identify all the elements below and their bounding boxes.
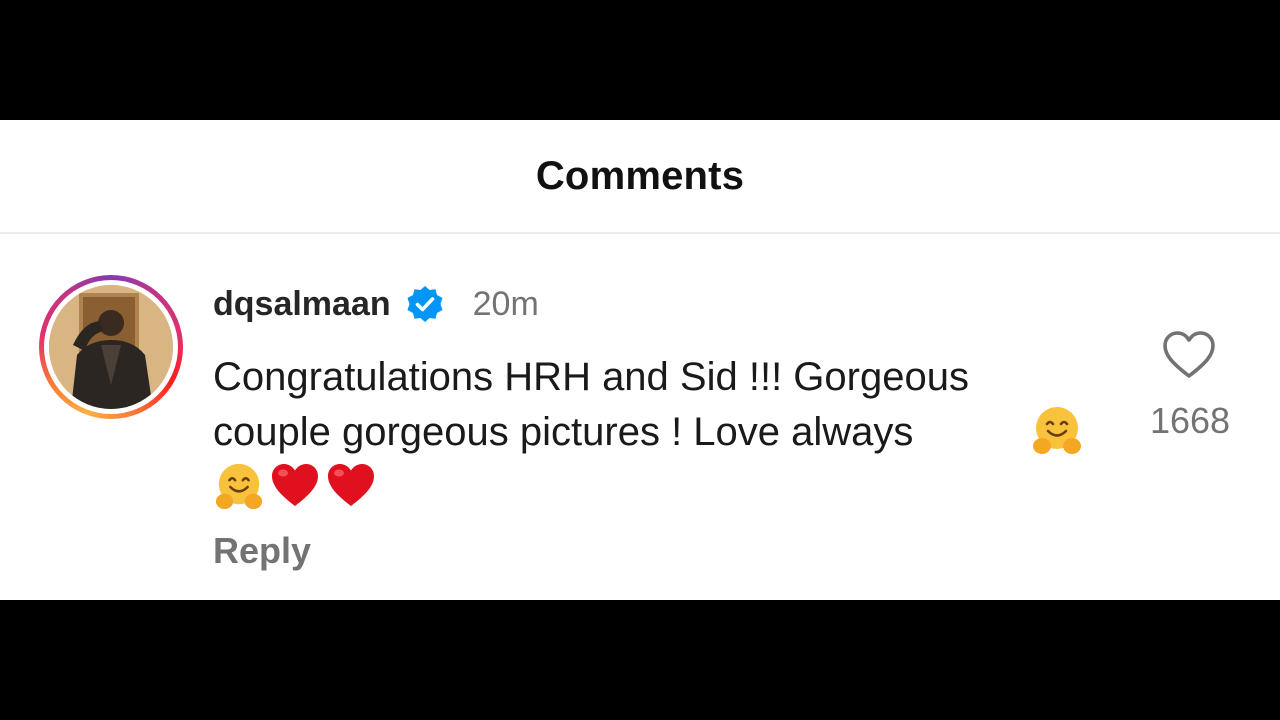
red-heart-icon xyxy=(325,460,377,512)
hugging-face-icon xyxy=(213,460,265,512)
comments-panel: Comments dqsalmaan 20m Congratulations H… xyxy=(0,120,1280,600)
comment-text: Congratulations HRH and Sid !!! Gorgeous… xyxy=(213,355,969,454)
comment-header-row: dqsalmaan 20m xyxy=(213,282,539,326)
username-link[interactable]: dqsalmaan xyxy=(213,285,391,324)
reply-button[interactable]: Reply xyxy=(213,530,311,572)
avatar-story-ring[interactable] xyxy=(39,275,183,419)
hugging-face-icon xyxy=(1030,403,1084,457)
avatar-photo xyxy=(49,285,173,409)
comment-timestamp: 20m xyxy=(472,284,539,323)
heart-outline-icon[interactable] xyxy=(1160,328,1218,382)
verified-badge-icon xyxy=(405,284,445,324)
red-heart-icon xyxy=(269,460,321,512)
comment-emoji-row xyxy=(213,460,381,512)
like-count: 1668 xyxy=(1149,400,1231,441)
avatar[interactable] xyxy=(49,285,173,409)
letterbox-top xyxy=(0,0,1280,120)
letterbox-bottom xyxy=(0,600,1280,720)
page-title: Comments xyxy=(535,153,745,198)
comments-header: Comments xyxy=(0,120,1280,234)
